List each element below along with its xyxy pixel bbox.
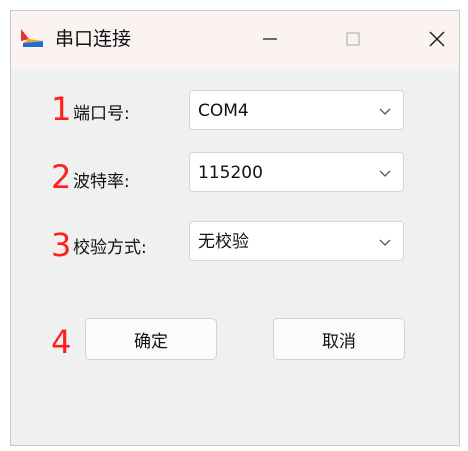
step-badge-2: 2	[51, 158, 72, 196]
maximize-button[interactable]	[331, 23, 375, 55]
baud-rate-select-value: 115200	[198, 163, 263, 183]
port-label: 端口号:	[73, 104, 130, 124]
port-select-value: COM4	[198, 101, 249, 121]
parity-select-value: 无校验	[198, 232, 249, 252]
baud-rate-select[interactable]: 115200	[189, 152, 404, 192]
minimize-icon	[263, 38, 277, 40]
baud-rate-label: 波特率:	[73, 172, 130, 192]
chevron-down-icon	[379, 108, 391, 115]
chevron-down-icon	[379, 170, 391, 177]
chevron-down-icon	[379, 239, 391, 246]
minimize-button[interactable]	[248, 23, 292, 55]
cancel-button[interactable]: 取消	[273, 318, 405, 360]
maximize-icon	[346, 32, 360, 46]
port-select[interactable]: COM4	[189, 90, 404, 130]
close-icon	[429, 31, 445, 47]
step-badge-1: 1	[51, 90, 72, 128]
ok-button[interactable]: 确定	[85, 318, 217, 360]
step-badge-4: 4	[51, 323, 72, 361]
app-logo-icon	[21, 29, 43, 47]
serial-connect-dialog: 串口连接 1 端口号: COM4 2 波特率: 115200 3 校验方式: 无…	[10, 10, 460, 446]
parity-select[interactable]: 无校验	[189, 221, 404, 261]
title-bar[interactable]: 串口连接	[11, 11, 459, 69]
window-title: 串口连接	[55, 28, 132, 50]
parity-label: 校验方式:	[73, 238, 147, 258]
step-badge-3: 3	[51, 226, 72, 264]
close-button[interactable]	[415, 23, 459, 55]
